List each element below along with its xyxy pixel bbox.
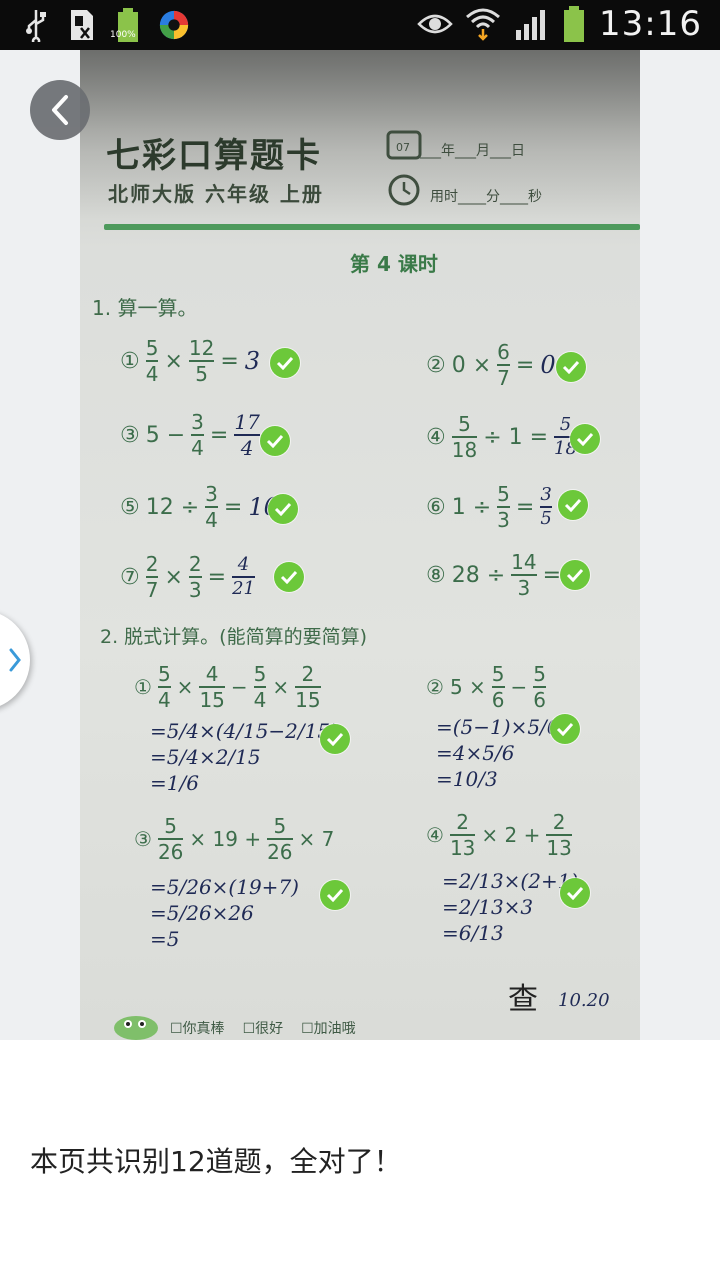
correct-check-icon xyxy=(268,494,298,524)
header-rule xyxy=(104,224,640,230)
date-line: ___年___月___日 xyxy=(420,143,525,159)
correct-check-icon xyxy=(270,348,300,378)
worksheet-edition: 北师大版 六年级 上册 xyxy=(108,182,324,206)
chevron-right-icon xyxy=(9,648,21,672)
worksheet-photo[interactable]: 七彩口算题卡 北师大版 六年级 上册 07 ___年___月___日 用时___… xyxy=(80,50,640,1040)
section-1-title: 1. 算一算。 xyxy=(92,296,198,320)
correct-check-icon xyxy=(556,352,586,382)
rating-great: ☐你真棒 xyxy=(170,1021,225,1037)
rating-options: ☐你真棒 ☐很好 ☐加油哦 xyxy=(170,1018,356,1038)
chevron-left-icon xyxy=(52,95,68,125)
rating-keep-going: ☐加油哦 xyxy=(301,1021,356,1037)
battery-full-icon: 100% xyxy=(110,8,144,42)
usb-icon xyxy=(20,8,52,42)
handwritten-work-2-2: =(5−1)×5/6 =4×5/6 =10/3 xyxy=(436,715,560,791)
svg-text:07: 07 xyxy=(396,141,410,154)
lesson-title: 第 4 课时 xyxy=(350,252,438,276)
correct-check-icon xyxy=(560,878,590,908)
mascot-icon xyxy=(108,1006,164,1040)
problem-1-8: ⑧28 ÷ 143 =6 xyxy=(426,550,582,600)
app-logo-icon xyxy=(158,8,190,42)
problem-1-3: ③5 − 34 = 17 4 xyxy=(120,410,260,460)
sim-card-icon xyxy=(66,8,98,42)
problem-1-4: ④ 5 18 ÷ 1 = 5 18 xyxy=(426,412,577,462)
correct-check-icon xyxy=(260,426,290,456)
problem-1-2: ②0 × 67 = 0 xyxy=(426,340,556,390)
teacher-signature: 查 xyxy=(508,982,538,1017)
section-2-title: 2. 脱式计算。(能简算的要简算) xyxy=(100,626,367,648)
timer-icon xyxy=(386,172,422,212)
wifi-icon xyxy=(465,7,501,41)
signature-date: 10.20 xyxy=(558,990,610,1011)
worksheet-brand: 七彩口算题卡 xyxy=(106,136,322,176)
correct-check-icon xyxy=(558,490,588,520)
problem-2-4: ④ 2 13 × 2 + 2 13 xyxy=(426,810,572,860)
calendar-icon: 07 xyxy=(386,128,422,164)
problem-1-1: ① 54 × 12 5 = 3 xyxy=(120,336,261,386)
correct-check-icon xyxy=(560,560,590,590)
problem-1-6: ⑥1 ÷ 53 = 35 xyxy=(426,482,552,532)
correct-check-icon xyxy=(320,880,350,910)
problem-1-7: ⑦ 27 × 23 = 4 21 xyxy=(120,552,255,602)
battery-percent: 100% xyxy=(110,30,136,40)
handwritten-work-2-1: =5/4×(4/15−2/15) =5/4×2/15 =1/6 xyxy=(150,719,338,795)
correct-check-icon xyxy=(320,724,350,754)
correct-check-icon xyxy=(550,714,580,744)
correct-check-icon xyxy=(274,562,304,592)
clock-time: 13:16 xyxy=(599,4,702,44)
handwritten-work-2-4: =2/13×(2+1) =2/13×3 =6/13 xyxy=(442,869,579,945)
problem-2-1: ① 5 4 × 4 15− 5 4 × 2 15 xyxy=(134,662,321,712)
correct-check-icon xyxy=(570,424,600,454)
battery-icon xyxy=(561,6,587,42)
handwritten-work-2-3: =5/26×(19+7) =5/26×26 =5 xyxy=(150,875,299,951)
problem-1-5: ⑤ 12 ÷ 34 = 16 xyxy=(120,482,279,532)
eye-icon xyxy=(417,7,453,41)
recognition-result: 本页共识别12道题，全对了！ xyxy=(30,1145,402,1178)
back-button[interactable] xyxy=(30,80,90,140)
rating-good: ☐很好 xyxy=(242,1021,284,1037)
problem-2-3: ③ 5 26 × 19 + 5 26 × 7 xyxy=(134,814,335,864)
signal-icon xyxy=(513,7,549,41)
status-bar: 100% 13:16 xyxy=(0,0,720,50)
time-used-line: 用时____分____秒 xyxy=(430,189,542,205)
problem-2-2: ②5 × 5 6− 56 xyxy=(426,662,547,712)
